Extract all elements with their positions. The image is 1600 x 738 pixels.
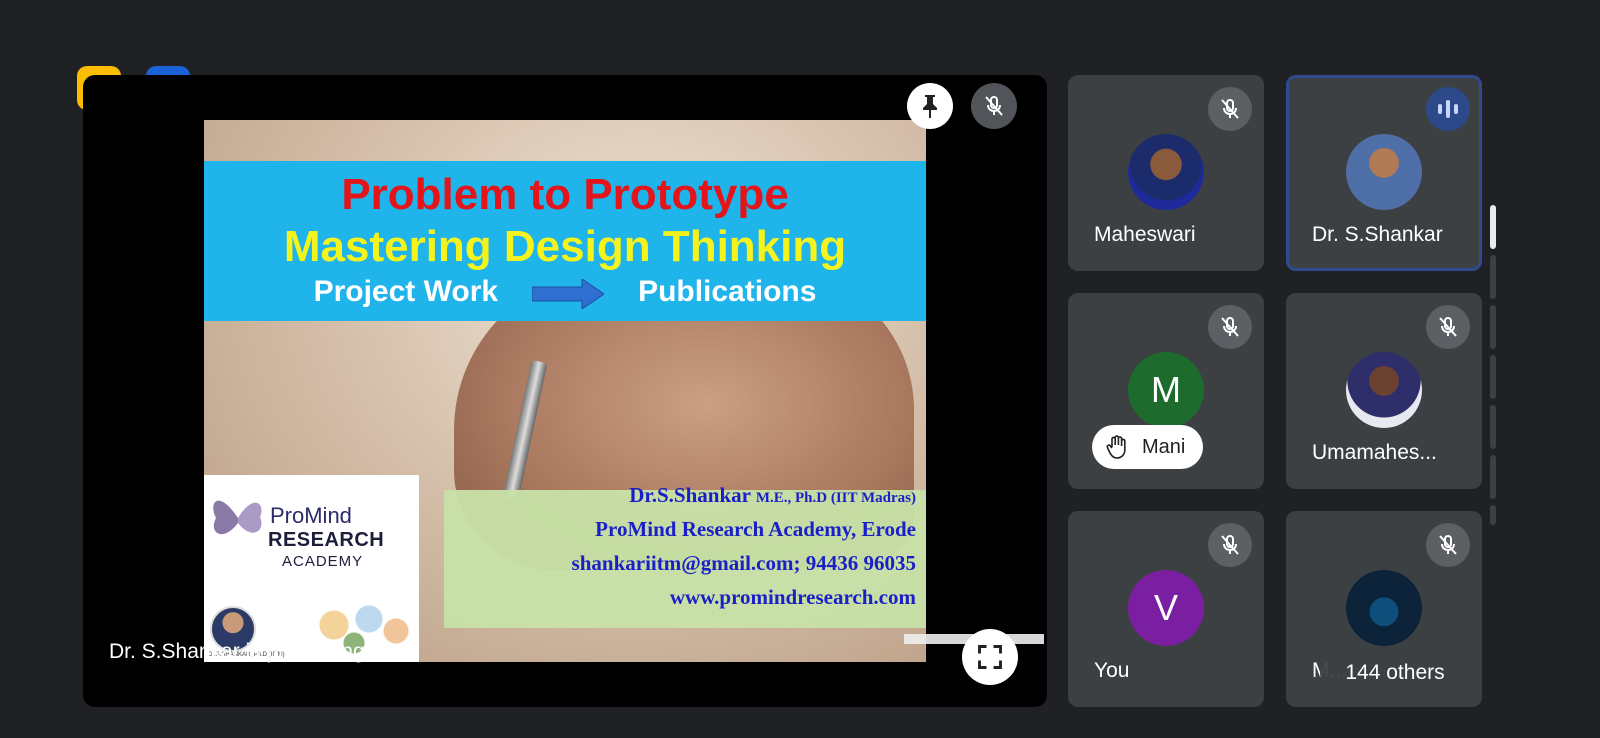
participant-tile[interactable]: M Mani xyxy=(1068,293,1264,489)
stage-mic-off-button[interactable] xyxy=(971,83,1017,129)
slide-sub-right: Publications xyxy=(638,275,817,308)
mic-off-icon xyxy=(1208,305,1252,349)
slide-author-name: Dr.S.Shankar xyxy=(629,483,751,507)
slide-title-line2: Mastering Design Thinking xyxy=(283,222,847,271)
participant-name: Umamahes... xyxy=(1312,441,1437,464)
slide-sub-left: Project Work xyxy=(313,275,499,308)
scrollbar-segment xyxy=(1490,455,1496,499)
avatar: M xyxy=(1128,352,1204,428)
logo-line3: ACADEMY xyxy=(282,553,364,570)
participant-name: You xyxy=(1094,659,1130,682)
presentation-stage: Problem to Prototype Mastering Design Th… xyxy=(83,75,1047,707)
mic-off-icon xyxy=(985,96,1003,116)
avatar xyxy=(1346,352,1422,428)
avatar: V xyxy=(1128,570,1204,646)
slide-website: www.promindresearch.com xyxy=(669,585,916,609)
slide-title-banner: Problem to Prototype Mastering Design Th… xyxy=(204,161,926,321)
raised-hand-name: Mani xyxy=(1142,435,1186,458)
pin-icon xyxy=(923,95,937,118)
avatar xyxy=(1346,570,1422,646)
participant-tile[interactable]: Umamahes... xyxy=(1286,293,1482,489)
participant-tile-active[interactable]: Dr. S.Shankar xyxy=(1286,75,1482,271)
slide-author: Dr.S.Shankar M.E., Ph.D (IIT Madras) xyxy=(629,483,916,508)
participant-tile[interactable]: Maheswari xyxy=(1068,75,1264,271)
slide-subtitle-row: Project Work Publications xyxy=(204,275,926,309)
logo-line1: ProMind xyxy=(270,503,352,528)
mic-off-icon xyxy=(1208,523,1252,567)
raised-hand-icon xyxy=(1106,435,1126,459)
scrollbar-segment xyxy=(1490,355,1496,399)
slide-org: ProMind Research Academy, Erode xyxy=(595,517,916,541)
scrollbar-thumb[interactable] xyxy=(1490,205,1496,249)
mic-off-icon xyxy=(1208,87,1252,131)
mic-off-icon xyxy=(1426,305,1470,349)
participant-name: Maheswari xyxy=(1094,223,1196,246)
participant-tile-others[interactable]: M... 144 others xyxy=(1286,511,1482,707)
shared-slide: Problem to Prototype Mastering Design Th… xyxy=(204,120,926,662)
scrollbar-segment xyxy=(1490,505,1496,525)
butterfly-icon xyxy=(213,500,262,535)
logo-line2: RESEARCH xyxy=(268,529,385,551)
right-arrow-icon xyxy=(532,279,605,309)
pin-button[interactable] xyxy=(907,83,953,129)
slide-contact: shankariitm@gmail.com; 94436 96035 xyxy=(571,551,916,575)
raised-hand-badge: Mani xyxy=(1092,425,1204,469)
slide-title-line1: Problem to Prototype xyxy=(341,170,789,219)
scrollbar-segment xyxy=(1490,255,1496,299)
participant-scrollbar[interactable] xyxy=(1490,205,1496,578)
presenting-label: Dr. S.Shankar is presenting xyxy=(109,640,365,663)
fullscreen-icon xyxy=(978,645,1002,669)
avatar xyxy=(1128,134,1204,210)
slide-author-degree: M.E., Ph.D (IIT Madras) xyxy=(755,490,916,506)
mic-off-icon xyxy=(1426,523,1470,567)
fullscreen-button[interactable] xyxy=(962,629,1018,685)
scrollbar-segment xyxy=(1490,405,1496,449)
participant-tile-self[interactable]: V You xyxy=(1068,511,1264,707)
scrollbar-segment xyxy=(1490,305,1496,349)
avatar xyxy=(1346,134,1422,210)
promind-logo: ProMind RESEARCH ACADEMY Dr.S.SHANKAR, P… xyxy=(204,475,419,662)
others-count-button[interactable]: 144 others xyxy=(1320,649,1470,697)
participant-name: Dr. S.Shankar xyxy=(1312,223,1443,246)
speaking-indicator-icon xyxy=(1426,87,1470,131)
